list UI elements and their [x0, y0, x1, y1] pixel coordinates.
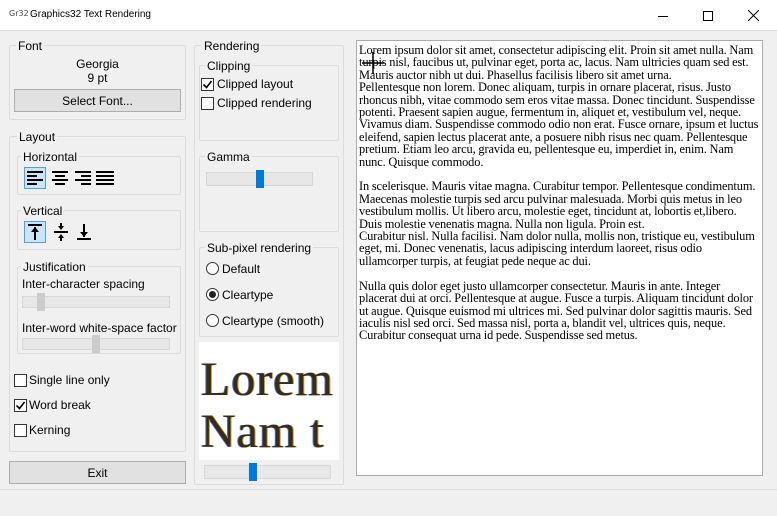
subpixel-default-radio[interactable]	[206, 262, 219, 275]
clipped-rendering-label[interactable]: Clipped rendering	[217, 96, 312, 110]
preview-line-2: Nam t	[201, 405, 325, 458]
align-top-button[interactable]	[24, 221, 46, 243]
clipped-rendering-checkbox[interactable]	[201, 97, 214, 110]
close-icon	[747, 10, 759, 21]
subpixel-label: Sub-pixel rendering	[205, 241, 314, 255]
subpixel-cleartype-smooth-label[interactable]: Cleartype (smooth)	[222, 314, 324, 328]
align-bottom-icon	[77, 224, 91, 240]
checkmark-icon	[202, 80, 213, 89]
inter-word-factor-label: Inter-word white-space factor	[22, 321, 177, 335]
align-left-button[interactable]	[24, 167, 46, 189]
memo-paragraph-3: Nulla quis dolor eget justo ullamcorper …	[359, 278, 756, 343]
inter-char-spacing-label: Inter-character spacing	[22, 277, 145, 291]
text-display[interactable]: Lorem ipsum dolor sit amet, consectetur …	[356, 40, 763, 476]
maximize-icon	[703, 10, 713, 21]
gamma-group	[199, 156, 339, 232]
crosshair-cursor-icon	[362, 52, 384, 74]
subpixel-default-label[interactable]: Default	[222, 262, 260, 276]
clipped-layout-checkbox[interactable]	[201, 78, 214, 91]
gamma-thumb[interactable]	[256, 170, 264, 188]
clipping-label: Clipping	[205, 59, 253, 73]
preview-line-1: Lorem	[201, 353, 334, 406]
align-bottom-button[interactable]	[73, 221, 95, 243]
rendering-group-label: Rendering	[202, 39, 262, 53]
vertical-label: Vertical	[21, 204, 65, 218]
font-name: Georgia	[76, 57, 119, 71]
radio-dot	[209, 291, 216, 298]
exit-button[interactable]: Exit	[9, 461, 186, 484]
memo-paragraph-2: In scelerisque. Mauris vitae magna. Cura…	[359, 179, 756, 268]
align-center-button[interactable]	[49, 167, 71, 189]
align-middle-button[interactable]	[50, 221, 72, 243]
single-line-checkbox[interactable]	[14, 374, 27, 387]
align-right-icon	[75, 171, 91, 185]
align-right-button[interactable]	[72, 167, 94, 189]
align-justify-icon	[96, 171, 114, 185]
align-center-icon	[52, 171, 68, 185]
justification-label: Justification	[21, 260, 88, 274]
title-bar[interactable]: Gr32 Graphics32 Text Rendering	[0, 0, 777, 31]
word-break-label[interactable]: Word break	[29, 398, 91, 412]
layout-group-label: Layout	[17, 130, 58, 144]
minimize-button[interactable]	[640, 0, 686, 31]
minimize-icon	[658, 15, 668, 17]
subpixel-cleartype-label[interactable]: Cleartype	[222, 288, 273, 302]
align-justify-button[interactable]	[94, 167, 116, 189]
inter-word-factor-slider[interactable]	[22, 335, 170, 353]
select-font-button[interactable]: Select Font...	[14, 89, 181, 112]
zoom-slider[interactable]	[204, 463, 331, 481]
horizontal-label: Horizontal	[21, 150, 80, 164]
word-break-checkbox[interactable]	[14, 399, 27, 412]
kerning-label[interactable]: Kerning	[29, 423, 70, 437]
kerning-checkbox[interactable]	[14, 424, 27, 437]
maximize-button[interactable]	[685, 0, 731, 31]
close-button[interactable]	[730, 0, 776, 31]
checkmark-icon	[15, 401, 26, 410]
align-top-icon	[28, 224, 42, 240]
font-size: 9 pt	[87, 71, 108, 85]
inter-word-factor-thumb[interactable]	[92, 335, 100, 353]
subpixel-cleartype-smooth-radio[interactable]	[206, 314, 219, 327]
inter-char-spacing-slider[interactable]	[22, 293, 170, 311]
clipped-layout-label[interactable]: Clipped layout	[217, 77, 293, 91]
zoom-thumb[interactable]	[249, 463, 257, 481]
font-group-label: Font	[16, 39, 45, 53]
zoom-preview: Lorem Nam t	[199, 342, 339, 460]
memo-paragraph-1: Lorem ipsum dolor sit amet, consectetur …	[359, 43, 759, 169]
subpixel-cleartype-radio[interactable]	[206, 288, 219, 301]
inter-char-spacing-thumb[interactable]	[37, 293, 45, 311]
status-bar	[0, 489, 777, 516]
gamma-label: Gamma	[205, 150, 252, 164]
align-middle-icon	[54, 223, 68, 241]
app-icon: Gr32	[9, 9, 29, 18]
align-left-icon	[27, 171, 43, 185]
gamma-slider[interactable]	[206, 170, 313, 188]
single-line-label[interactable]: Single line only	[29, 373, 110, 387]
window-title: Graphics32 Text Rendering	[30, 9, 151, 20]
